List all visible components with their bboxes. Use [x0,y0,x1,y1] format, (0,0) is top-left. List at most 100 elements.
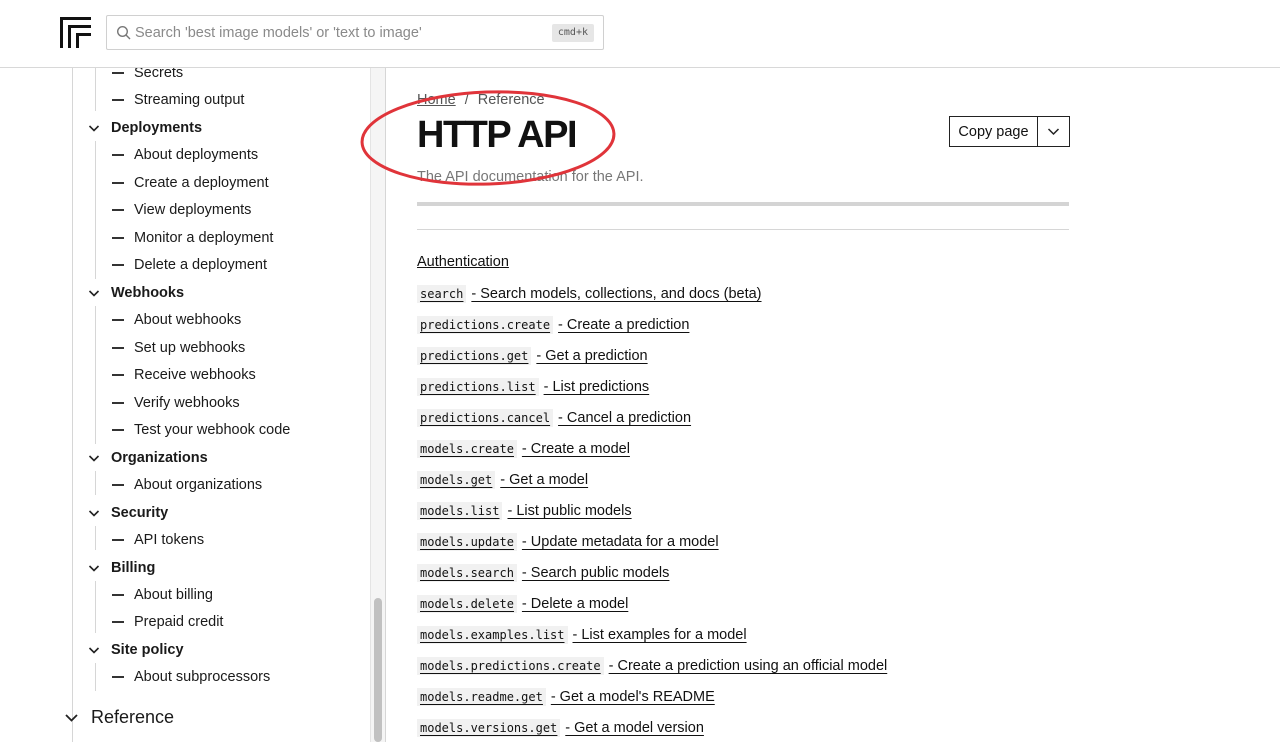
endpoint-code: models.delete [417,595,517,613]
endpoint-description: - Search public models [521,565,670,581]
chevron-down-icon [88,647,100,654]
sidebar-item-streaming-output[interactable]: Streaming output [112,89,244,111]
endpoint-code: search [417,285,467,303]
copy-page-dropdown[interactable] [1038,117,1069,146]
endpoint-description: - List public models [507,503,632,519]
copy-page-button[interactable]: Copy page [950,117,1038,146]
sidebar-item-about-webhooks[interactable]: About webhooks [112,309,241,331]
dash-icon [112,237,124,239]
search-input[interactable] [135,22,545,44]
endpoint-link[interactable]: models.update - Update metadata for a mod… [417,531,719,553]
logo-icon[interactable] [60,17,92,49]
annotation-circle [360,90,616,186]
endpoint-link[interactable]: models.list - List public models [417,500,632,522]
sidebar-subtree-line [95,581,96,633]
sidebar-tree-line [72,68,73,742]
sidebar-group-security[interactable]: Security [88,502,168,524]
shortcut-badge: cmd+k [551,24,594,42]
endpoint-description: - Create a model [521,441,630,457]
dash-icon [112,676,124,678]
search-icon [116,25,131,40]
sidebar-group-billing[interactable]: Billing [88,557,155,579]
sidebar-item-about-organizations[interactable]: About organizations [112,474,262,496]
sidebar-item-verify-webhooks[interactable]: Verify webhooks [112,392,240,414]
endpoint-link[interactable]: models.get - Get a model [417,469,588,491]
sidebar-subtree-line [95,663,96,691]
sidebar-scrollbar-thumb[interactable] [374,598,382,742]
sidebar-item-api-tokens[interactable]: API tokens [112,529,204,551]
endpoint-link[interactable]: predictions.get - Get a prediction [417,345,648,367]
sidebar-item-create-deployment[interactable]: Create a deployment [112,172,269,194]
sidebar-section-reference[interactable]: Reference [64,705,174,729]
section-rule-thick [417,202,1069,206]
sidebar-item-monitor-deployment[interactable]: Monitor a deployment [112,227,273,249]
endpoint-code: models.examples.list [417,626,568,644]
dash-icon [112,374,124,376]
endpoint-code: predictions.create [417,316,554,334]
authentication-link[interactable]: Authentication [417,254,509,270]
sidebar-item-about-deployments[interactable]: About deployments [112,144,258,166]
sidebar-item-secrets[interactable]: Secrets [112,68,183,84]
endpoint-description: - Get a model [500,472,589,488]
endpoint-code: models.list [417,502,503,520]
endpoint-code: models.create [417,440,517,458]
chevron-down-icon [1047,128,1060,136]
sidebar-subtree-line [95,306,96,444]
endpoint-description: - List examples for a model [572,627,747,643]
sidebar-group-site-policy[interactable]: Site policy [88,639,184,661]
sidebar: Secrets Streaming output Deployments Abo… [0,68,386,742]
chevron-down-icon [88,510,100,517]
dash-icon [112,182,124,184]
sidebar-subtree-line [95,471,96,495]
endpoint-link[interactable]: models.create - Create a model [417,438,630,460]
sidebar-subtree-line [95,526,96,550]
dash-icon [112,594,124,596]
endpoint-description: - Create a prediction [558,317,690,333]
endpoint-code: models.readme.get [417,688,546,706]
endpoint-code: models.get [417,471,496,489]
endpoint-link[interactable]: models.delete - Delete a model [417,593,628,615]
section-rule-thin [417,229,1069,230]
endpoint-description: - Get a model version [565,720,704,736]
sidebar-item-prepaid-credit[interactable]: Prepaid credit [112,611,223,633]
sidebar-item-delete-deployment[interactable]: Delete a deployment [112,254,267,276]
sidebar-item-receive-webhooks[interactable]: Receive webhooks [112,364,256,386]
sidebar-group-organizations[interactable]: Organizations [88,447,208,469]
sidebar-item-about-billing[interactable]: About billing [112,584,213,606]
endpoint-code: models.update [417,533,517,551]
endpoint-description: - Update metadata for a model [521,534,719,550]
endpoint-link[interactable]: models.predictions.create - Create a pred… [417,655,887,677]
endpoint-code: predictions.cancel [417,409,554,427]
search-box[interactable]: cmd+k [106,15,604,50]
chevron-down-icon [88,290,100,297]
dash-icon [112,99,124,101]
endpoint-link[interactable]: predictions.list - List predictions [417,376,649,398]
endpoint-description: - Cancel a prediction [558,410,692,426]
sidebar-item-set-up-webhooks[interactable]: Set up webhooks [112,337,245,359]
endpoint-code: models.versions.get [417,719,561,737]
sidebar-subtree-line [95,141,96,279]
endpoint-link[interactable]: search - Search models, collections, and … [417,283,762,305]
endpoint-link[interactable]: models.search - Search public models [417,562,669,584]
chevron-down-icon [88,125,100,132]
sidebar-item-view-deployments[interactable]: View deployments [112,199,251,221]
endpoint-link[interactable]: models.examples.list - List examples for … [417,624,747,646]
copy-page-group: Copy page [949,116,1070,147]
chevron-down-icon [65,713,78,722]
endpoint-link[interactable]: models.readme.get - Get a model's README [417,686,715,708]
endpoint-description: - Get a model's README [550,689,715,705]
endpoint-link[interactable]: predictions.create - Create a prediction [417,314,689,336]
sidebar-item-test-webhook-code[interactable]: Test your webhook code [112,419,290,441]
endpoint-link[interactable]: models.versions.get - Get a model version [417,717,704,739]
dash-icon [112,402,124,404]
sidebar-group-deployments[interactable]: Deployments [88,117,202,139]
endpoint-link[interactable]: predictions.cancel - Cancel a prediction [417,407,691,429]
dash-icon [112,209,124,211]
dash-icon [112,319,124,321]
dash-icon [112,72,124,74]
sidebar-subtree-line [95,68,96,111]
sidebar-group-webhooks[interactable]: Webhooks [88,282,184,304]
sidebar-item-about-subprocessors[interactable]: About subprocessors [112,666,270,688]
dash-icon [112,539,124,541]
top-header: cmd+k [0,0,1280,68]
